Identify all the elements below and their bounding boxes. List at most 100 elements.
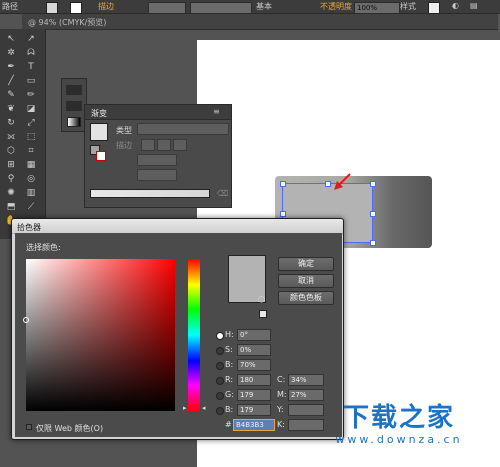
document-tab[interactable]: @ 94% (CMYK/预览) (22, 14, 498, 30)
panel-icon-1[interactable] (66, 85, 82, 95)
k-label: K: (277, 420, 285, 429)
r-radio[interactable] (216, 377, 224, 385)
stroke-swatch[interactable] (70, 2, 82, 14)
selection-handle[interactable] (370, 240, 376, 246)
artboard-tool-icon[interactable]: ⬒ (4, 201, 18, 213)
free-transform-tool-icon[interactable]: ⬚ (24, 131, 38, 143)
hue-slider[interactable] (188, 259, 200, 411)
blue-radio[interactable] (216, 407, 224, 415)
globe-icon[interactable]: ◐ (452, 1, 459, 10)
s-label: S: (225, 345, 233, 354)
panel-icon-2[interactable] (66, 101, 82, 111)
gradient-type-dropdown[interactable] (137, 123, 229, 135)
document-tab-label: @ 94% (CMYK/预览) (28, 18, 107, 27)
b-label: B: (225, 360, 234, 369)
watermark-title: 下载之家 (342, 403, 455, 433)
lasso-tool-icon[interactable]: ᗣ (24, 47, 38, 59)
selection-tool-icon[interactable]: ↖ (4, 33, 18, 45)
color-picker-title: 拾色器 (17, 223, 41, 232)
h-radio[interactable] (216, 332, 224, 340)
scale-tool-icon[interactable]: ⤢ (24, 117, 38, 129)
selection-handle[interactable] (370, 211, 376, 217)
opacity-value[interactable]: 100% (354, 2, 400, 14)
mesh-tool-icon[interactable]: ⊞ (4, 159, 18, 171)
blue-label: B: (225, 405, 234, 414)
selection-handle[interactable] (370, 181, 376, 187)
symbol-sprayer-tool-icon[interactable]: ✺ (4, 187, 18, 199)
c-field[interactable]: 34% (288, 374, 324, 386)
stroke-weight-dropdown[interactable] (148, 2, 186, 14)
hue-slider-left-arrow-icon[interactable]: ▸ (183, 404, 187, 412)
angle-field[interactable] (137, 154, 177, 166)
arrange-icon[interactable]: ▤ (470, 1, 478, 10)
hue-slider-right-arrow-icon[interactable]: ◂ (202, 404, 206, 412)
hex-field[interactable]: B4B3B3 (233, 419, 275, 431)
aspect-ratio-field[interactable] (137, 169, 177, 181)
gradient-panel-header[interactable]: 渐变 ≡ (85, 105, 231, 120)
variable-width-dropdown[interactable] (190, 2, 252, 14)
saturation-brightness-field[interactable] (26, 259, 175, 411)
blue-field[interactable]: 179 (237, 404, 271, 416)
width-tool-icon[interactable]: ⟗ (4, 131, 18, 143)
stroke-indicator[interactable] (96, 151, 106, 161)
type-label: 类型 (116, 126, 132, 135)
y-label: Y: (277, 405, 284, 414)
perspective-grid-tool-icon[interactable]: ⌗ (24, 145, 38, 157)
r-field[interactable]: 180 (237, 374, 271, 386)
cancel-button[interactable]: 取消 (278, 274, 334, 288)
delete-stop-icon[interactable]: ⌫ (217, 189, 228, 198)
rotate-tool-icon[interactable]: ↻ (4, 117, 18, 129)
s-radio[interactable] (216, 347, 224, 355)
h-label: H: (225, 330, 234, 339)
gradient-slider[interactable] (90, 189, 210, 198)
panel-menu-icon[interactable]: ≡ (213, 107, 220, 116)
g-field[interactable]: 179 (237, 389, 271, 401)
paintbrush-tool-icon[interactable]: ✎ (4, 89, 18, 101)
stroke-option-2[interactable] (157, 139, 171, 151)
ok-button[interactable]: 确定 (278, 257, 334, 271)
line-tool-icon[interactable]: ╱ (4, 75, 18, 87)
gradient-panel: 渐变 ≡ 类型 描边 ⌫ (84, 104, 232, 208)
stroke-style-label[interactable]: 基本 (256, 1, 272, 12)
b-radio[interactable] (216, 362, 224, 370)
web-safe-swatch[interactable] (259, 310, 267, 318)
style-swatch[interactable] (428, 2, 440, 14)
h-field[interactable]: 0° (237, 329, 271, 341)
g-radio[interactable] (216, 392, 224, 400)
gradient-tool-icon[interactable]: ▦ (24, 159, 38, 171)
slice-tool-icon[interactable]: ⟋ (24, 201, 38, 213)
color-swatches-button[interactable]: 颜色色板 (278, 291, 334, 305)
gradient-preview-swatch[interactable] (90, 123, 108, 141)
fill-swatch[interactable] (46, 2, 58, 14)
type-tool-icon[interactable]: T (24, 61, 38, 73)
out-of-gamut-icon[interactable]: ⬡ (258, 295, 265, 304)
pen-tool-icon[interactable]: ✒ (4, 61, 18, 73)
stroke-label[interactable]: 描边 (98, 1, 114, 12)
eyedropper-tool-icon[interactable]: ⚲ (4, 173, 18, 185)
web-colors-only-checkbox[interactable] (26, 424, 32, 430)
shape-builder-tool-icon[interactable]: ⬡ (4, 145, 18, 157)
opacity-label[interactable]: 不透明度 (320, 1, 352, 12)
color-field-cursor[interactable] (23, 317, 29, 323)
color-picker-titlebar[interactable]: 拾色器 (12, 219, 343, 234)
b-field[interactable]: 70% (237, 359, 271, 371)
path-label: 路径 (2, 2, 18, 11)
s-field[interactable]: 0% (237, 344, 271, 356)
selection-handle[interactable] (280, 211, 286, 217)
blob-brush-tool-icon[interactable]: ❦ (4, 103, 18, 115)
color-picker-dialog: 拾色器 选择颜色: ▸ ◂ ⬡ 确定 取消 颜色色板 H: 0° S: 0% B… (11, 218, 344, 440)
blend-tool-icon[interactable]: ◎ (24, 173, 38, 185)
direct-selection-tool-icon[interactable]: ↗ (24, 33, 38, 45)
hex-prefix: # (225, 420, 232, 429)
pencil-tool-icon[interactable]: ✏ (24, 89, 38, 101)
eraser-tool-icon[interactable]: ◪ (24, 103, 38, 115)
selection-handle[interactable] (280, 181, 286, 187)
rectangle-tool-icon[interactable]: ▭ (24, 75, 38, 87)
magic-wand-tool-icon[interactable]: ✲ (4, 47, 18, 59)
stroke-option-1[interactable] (141, 139, 155, 151)
stroke-option-3[interactable] (173, 139, 187, 151)
gradient-panel-icon[interactable] (67, 117, 81, 127)
graph-tool-icon[interactable]: ▥ (24, 187, 38, 199)
web-colors-only-label: 仅限 Web 颜色(O) (36, 424, 104, 433)
r-label: R: (225, 375, 234, 384)
